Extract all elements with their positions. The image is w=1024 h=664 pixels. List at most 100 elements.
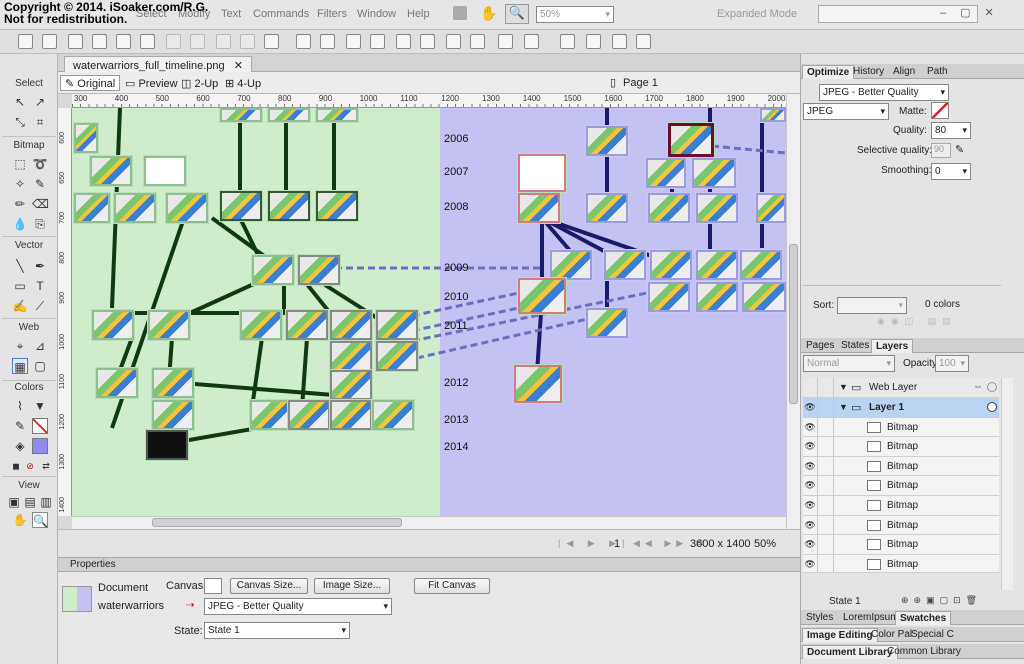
toy-thumbnail[interactable] [288,400,330,430]
undo-icon[interactable] [166,34,181,49]
export-format-select[interactable]: JPEG - Better Quality [204,598,392,615]
subselect-icon[interactable]: ↗ [32,94,48,110]
toy-thumbnail[interactable] [742,282,786,312]
canvas-size-button[interactable]: Canvas Size... [230,578,308,594]
flip-h-icon[interactable] [612,34,627,49]
horizontal-scrollbar[interactable] [72,516,786,529]
optimize-format-select[interactable]: JPEG [803,103,889,120]
print-icon[interactable] [140,34,155,49]
standard-mode-icon[interactable]: ▣ [6,494,22,510]
lock-toggle[interactable] [819,437,834,457]
lock-toggle[interactable] [819,456,834,476]
fill-color-icon[interactable]: ◈ [12,438,28,454]
toy-thumbnail[interactable] [74,193,110,223]
menu-help[interactable]: Help [407,8,430,20]
ungroup-icon[interactable] [320,34,335,49]
properties-header[interactable]: Properties [58,558,800,572]
backward-icon[interactable] [470,34,485,49]
workspace-mode[interactable]: Expanded Mode [717,8,797,20]
brush-icon[interactable]: ✎ [32,176,48,192]
hotspot-icon[interactable]: ⌖ [12,338,28,354]
image-size-button[interactable]: Image Size... [314,578,390,594]
layer-actions-icons[interactable]: ⊕⊕▣▢⊡🗑 [901,595,982,606]
toy-thumbnail[interactable] [268,108,310,122]
toy-thumbnail[interactable] [696,250,738,280]
toy-thumbnail[interactable] [74,123,98,153]
state-select[interactable]: State 1 [204,622,350,639]
align-icon[interactable] [498,34,513,49]
zoom-select[interactable]: 50% [536,6,614,23]
paint-bucket-icon[interactable]: ▼ [32,398,48,414]
vertical-scrollbar[interactable] [786,94,800,529]
toy-thumbnail[interactable] [240,310,282,340]
toy-thumbnail[interactable] [518,154,566,192]
toy-thumbnail[interactable] [760,108,786,122]
tab-layers[interactable]: Layers [871,339,914,353]
tab-history[interactable]: History [849,65,888,79]
hand-tool-icon[interactable]: ✋ [12,512,28,528]
line-icon[interactable]: ╲ [12,258,28,274]
tab-states[interactable]: States [837,339,873,353]
canvas[interactable]: 2006 2007 2008 2009 2010 2011 2012 2013 … [72,108,786,516]
toy-thumbnail[interactable] [316,108,358,122]
toy-thumbnail[interactable] [96,368,138,398]
fullscreen-icon[interactable]: ▥ [38,494,54,510]
toy-thumbnail[interactable] [550,250,592,280]
hide-slices-icon[interactable]: ▢ [32,358,48,374]
toy-thumbnail[interactable] [330,310,372,340]
zoom-tool-icon[interactable]: 🔍 [32,512,48,528]
toy-thumbnail[interactable] [268,191,310,221]
vertical-scroll-thumb[interactable] [789,244,798,404]
open-icon[interactable] [68,34,83,49]
sort-select[interactable] [837,297,907,314]
lasso-icon[interactable]: ➰ [32,156,48,172]
menu-window[interactable]: Window [357,8,396,20]
layer-row-bitmap[interactable]: 👁 Bitmap [803,535,999,555]
lock-toggle[interactable] [819,515,834,535]
no-color-icon[interactable]: ⊘ [22,458,38,474]
eye-icon[interactable]: 👁 [803,417,818,437]
toy-thumbnail[interactable] [756,193,786,223]
tab-align[interactable]: Align [889,65,919,79]
toy-thumbnail[interactable] [144,156,186,186]
stroke-color-icon[interactable]: ✎ [12,418,28,434]
toy-thumbnail[interactable] [148,310,190,340]
lock-toggle[interactable] [819,378,834,397]
eye-icon[interactable]: 👁 [803,476,818,496]
text-icon[interactable]: T [32,278,48,294]
fill-swatch[interactable] [32,438,48,454]
stroke-swatch[interactable] [32,418,48,434]
eyedropper-icon[interactable]: ⌇ [12,398,28,414]
view-original-button[interactable]: ✎ Original [60,75,121,91]
toy-thumbnail[interactable] [166,193,208,223]
toy-thumbnail[interactable] [586,193,628,223]
toy-thumbnail[interactable] [650,250,692,280]
hand-icon[interactable]: ✋ [480,5,497,22]
toy-thumbnail[interactable] [220,108,262,122]
toy-thumbnail[interactable] [114,193,156,223]
toy-thumbnail[interactable] [298,255,340,285]
layer-row-bitmap[interactable]: 👁 Bitmap [803,496,999,516]
expand-icon[interactable]: ▼ [839,382,848,392]
optimize-preset-select[interactable]: JPEG - Better Quality [819,84,949,101]
page-label[interactable]: Page 1 [623,77,658,89]
menu-text[interactable]: Text [221,8,241,20]
close-tab-icon[interactable]: ✕ [234,60,243,72]
blend-mode-select[interactable]: Normal [803,355,895,372]
toy-thumbnail[interactable] [92,310,134,340]
toy-thumbnail[interactable] [152,400,194,430]
toy-thumbnail[interactable] [90,156,132,186]
selective-quality-input[interactable]: 90 [931,143,951,158]
toy-thumbnail[interactable] [316,191,358,221]
back-icon[interactable] [420,34,435,49]
layer-row-web[interactable]: ▼ ▭ Web Layer ⇔ [803,378,999,398]
view-preview-button[interactable]: ▭ Preview [120,75,183,91]
toy-thumbnail[interactable] [514,365,562,403]
lock-toggle[interactable] [819,476,834,496]
tab-optimize[interactable]: Optimize [802,65,855,79]
toy-thumbnail[interactable] [586,308,628,338]
toy-thumbnail[interactable] [696,193,738,223]
toy-thumbnail[interactable] [252,255,294,285]
layer-row-bitmap[interactable]: 👁 Bitmap [803,554,999,573]
cut-icon[interactable] [216,34,231,49]
